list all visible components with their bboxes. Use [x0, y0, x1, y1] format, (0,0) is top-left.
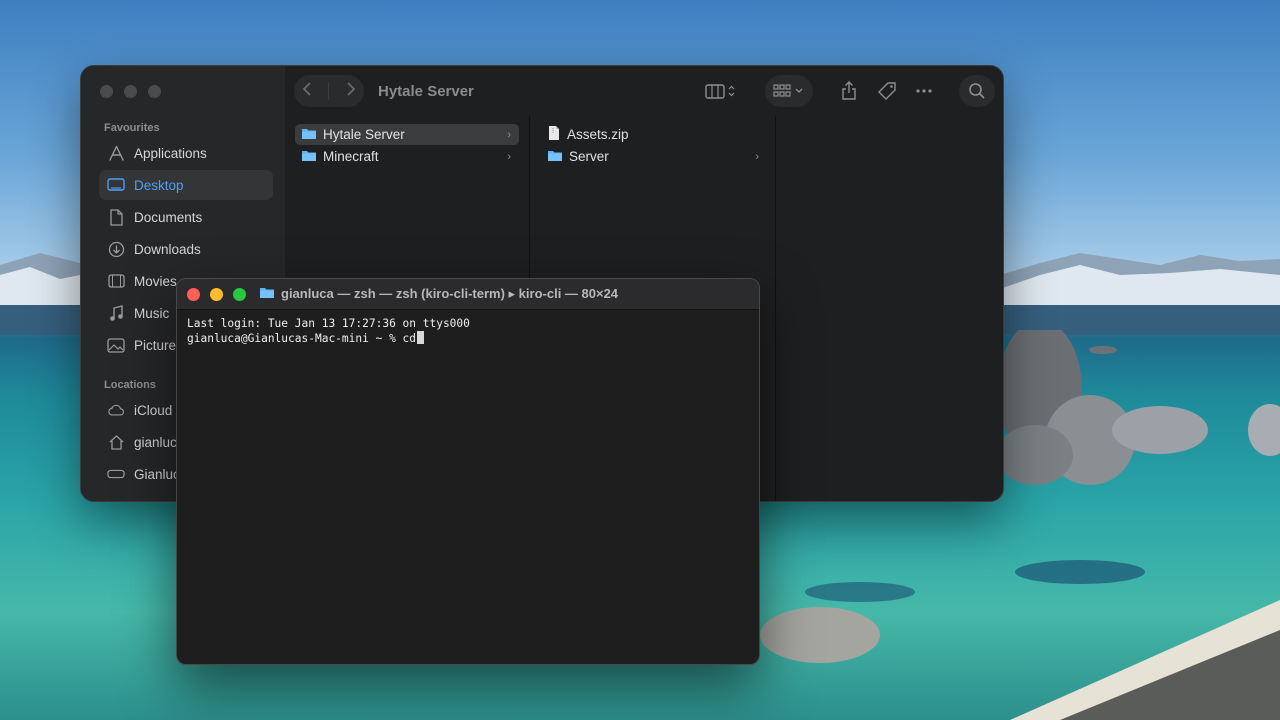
search-icon [969, 83, 985, 99]
column-divider [775, 116, 776, 501]
chevron-right-icon: › [507, 128, 511, 141]
grid-icon [773, 84, 803, 97]
navigation-buttons [294, 75, 364, 107]
sidebar-item-label: Documents [134, 209, 203, 225]
forward-button[interactable] [346, 81, 356, 102]
window-title: Hytale Server [378, 83, 474, 100]
sidebar-item-label: Desktop [134, 177, 184, 193]
folder-icon [259, 286, 275, 302]
sidebar-item-label: Movies [134, 273, 177, 289]
sidebar-item-label: iCloud [134, 402, 173, 418]
terminal-window-controls [187, 288, 246, 301]
list-item-label: Server [569, 149, 609, 164]
folder-icon [301, 149, 317, 165]
close-button[interactable] [100, 85, 113, 98]
view-mode-button[interactable] [703, 79, 739, 103]
home-icon [107, 433, 125, 451]
terminal-title: gianluca — zsh — zsh (kiro-cli-term) ▸ k… [259, 286, 618, 302]
list-item-server[interactable]: Server › [541, 146, 767, 167]
folder-icon [547, 149, 563, 165]
document-icon [107, 208, 125, 226]
downloads-icon [107, 240, 125, 258]
zip-file-icon [547, 125, 561, 144]
minimize-button[interactable] [210, 288, 223, 301]
list-item-minecraft[interactable]: Minecraft › [295, 146, 519, 167]
list-item-label: Assets.zip [567, 127, 629, 142]
drive-icon [107, 465, 125, 483]
sidebar-item-downloads[interactable]: Downloads [99, 234, 273, 264]
close-button[interactable] [187, 288, 200, 301]
tag-icon [878, 82, 896, 100]
sidebar-item-label: Applications [134, 145, 207, 161]
terminal-output[interactable]: Last login: Tue Jan 13 17:27:36 on ttys0… [187, 317, 470, 346]
group-button[interactable] [771, 79, 807, 103]
folder-icon [301, 127, 317, 143]
film-icon [107, 272, 125, 290]
more-actions-button[interactable] [913, 79, 935, 103]
sidebar-item-desktop[interactable]: Desktop [99, 170, 273, 200]
chevron-right-icon: › [755, 150, 759, 163]
locations-heading: Locations [104, 379, 156, 391]
sidebar-item-documents[interactable]: Documents [99, 202, 273, 232]
list-item-label: Hytale Server [323, 127, 405, 142]
music-note-icon [107, 304, 125, 322]
sidebar-item-label: Downloads [134, 241, 201, 257]
list-item-hytale-server[interactable]: Hytale Server › [295, 124, 519, 145]
sidebar-item-label: Music [134, 305, 170, 321]
terminal-prompt-line: gianluca@Gianlucas-Mac-mini ~ % cd [187, 331, 470, 346]
zoom-button[interactable] [233, 288, 246, 301]
finder-window-controls [100, 85, 161, 98]
terminal-line: gianluca@Gianlucas-Mac-mini ~ % cd [187, 332, 417, 345]
applications-icon [107, 144, 125, 162]
terminal-title-text: gianluca — zsh — zsh (kiro-cli-term) ▸ k… [281, 286, 619, 301]
back-button[interactable] [302, 81, 312, 102]
minimize-button[interactable] [124, 85, 137, 98]
favourites-heading: Favourites [104, 122, 160, 134]
chevron-right-icon: › [507, 150, 511, 163]
tags-button[interactable] [875, 79, 899, 103]
terminal-window[interactable]: gianluca — zsh — zsh (kiro-cli-term) ▸ k… [176, 278, 760, 665]
text-cursor [417, 331, 425, 344]
nav-divider [328, 82, 330, 100]
sidebar-item-applications[interactable]: Applications [99, 138, 273, 168]
list-item-label: Minecraft [323, 149, 379, 164]
chevron-left-icon [302, 81, 311, 96]
share-icon [842, 81, 856, 100]
photo-icon [107, 336, 125, 354]
desktop-icon [107, 176, 125, 194]
terminal-line: Last login: Tue Jan 13 17:27:36 on ttys0… [187, 317, 470, 330]
cloud-icon [107, 401, 125, 419]
ellipsis-icon [916, 89, 932, 93]
terminal-title-bar[interactable]: gianluca — zsh — zsh (kiro-cli-term) ▸ k… [177, 279, 759, 310]
list-item-assets-zip[interactable]: Assets.zip [541, 124, 767, 145]
chevron-right-icon [347, 81, 356, 96]
search-button[interactable] [966, 79, 988, 103]
zoom-button[interactable] [148, 85, 161, 98]
columns-view-icon [705, 84, 735, 99]
share-button[interactable] [838, 79, 860, 103]
